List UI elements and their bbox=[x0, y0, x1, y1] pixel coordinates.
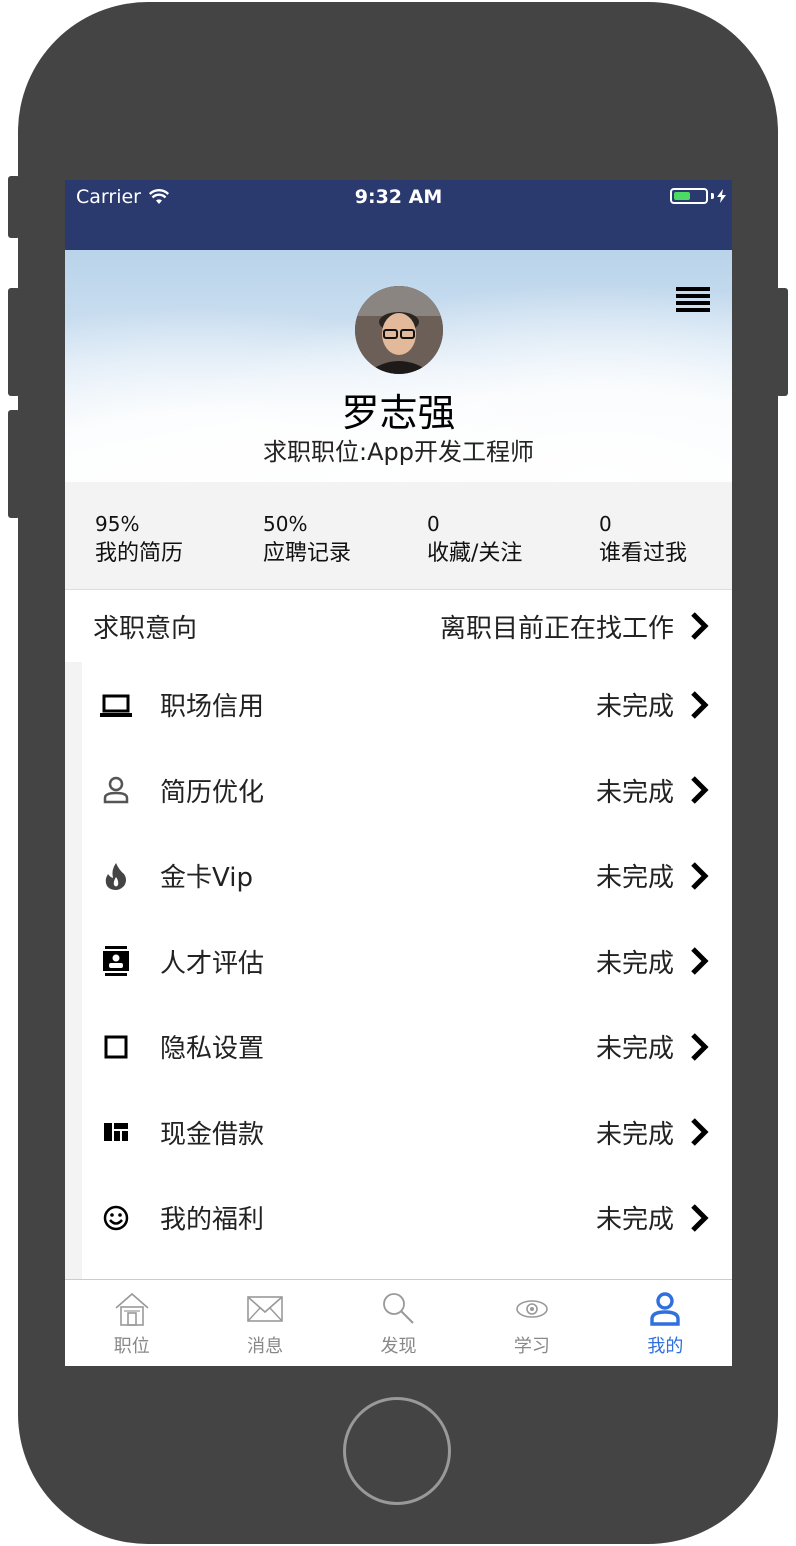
laptop-icon bbox=[100, 689, 132, 721]
chevron-right-icon bbox=[688, 1032, 710, 1062]
list-item-vip[interactable]: 金卡Vip 未完成 bbox=[65, 833, 732, 919]
home-button[interactable] bbox=[343, 1397, 451, 1505]
intent-label: 求职意向 bbox=[93, 613, 198, 644]
dashboard-icon bbox=[100, 1116, 132, 1148]
job-title: 求职职位:App开发工程师 bbox=[263, 438, 534, 466]
profile-header: 罗志强 求职职位:App开发工程师 bbox=[65, 250, 732, 482]
charging-bolt-icon bbox=[717, 189, 726, 203]
house-icon bbox=[115, 1292, 149, 1326]
stat-value: 0 bbox=[427, 512, 440, 536]
tab-messages[interactable]: 消息 bbox=[198, 1280, 331, 1366]
chevron-right-icon bbox=[688, 1203, 710, 1233]
smile-icon bbox=[100, 1202, 132, 1234]
tab-label: 发现 bbox=[380, 1336, 417, 1357]
list-item-talent-assessment[interactable]: 人才评估 未完成 bbox=[65, 919, 732, 1005]
stat-value: 50% bbox=[263, 512, 308, 536]
person-icon bbox=[100, 774, 132, 806]
list-item-privacy-settings[interactable]: 隐私设置 未完成 bbox=[65, 1004, 732, 1090]
stats-bar: 95% 我的简历 50% 应聘记录 0 收藏/关注 0 谁看过我 bbox=[65, 482, 732, 590]
avatar[interactable] bbox=[355, 286, 443, 374]
tab-label: 消息 bbox=[247, 1336, 284, 1357]
chevron-right-icon bbox=[688, 946, 710, 976]
user-avatar-photo bbox=[355, 286, 443, 374]
stat-resume[interactable]: 95% 我的简历 bbox=[95, 482, 263, 589]
power-button bbox=[776, 288, 788, 396]
item-label: 人才评估 bbox=[160, 948, 265, 979]
item-status: 未完成 bbox=[595, 863, 674, 894]
person-icon bbox=[650, 1292, 681, 1326]
tab-bar: 职位 消息 发现 学习 我的 bbox=[65, 1279, 732, 1366]
volume-down-button bbox=[8, 410, 20, 518]
hamburger-menu-icon[interactable] bbox=[676, 287, 710, 313]
item-status: 未完成 bbox=[595, 948, 674, 979]
fire-icon bbox=[100, 860, 132, 892]
list-item-benefits[interactable]: 我的福利 未完成 bbox=[65, 1175, 732, 1261]
intent-value: 离职目前正在找工作 bbox=[439, 613, 674, 644]
list-item-cash-loan[interactable]: 现金借款 未完成 bbox=[65, 1090, 732, 1176]
settings-list: 职场信用 未完成 简历优化 未完成 金卡Vip 未完成 人才评估 未完成 隐私设… bbox=[65, 662, 732, 1282]
item-status: 未完成 bbox=[595, 1119, 674, 1150]
square-icon bbox=[100, 1031, 132, 1063]
tab-jobs[interactable]: 职位 bbox=[65, 1280, 198, 1366]
search-icon bbox=[382, 1293, 414, 1324]
item-status: 未完成 bbox=[595, 777, 674, 808]
stat-label: 谁看过我 bbox=[599, 541, 688, 566]
chevron-right-icon bbox=[688, 861, 710, 891]
stat-label: 收藏/关注 bbox=[427, 541, 523, 566]
tab-label: 我的 bbox=[647, 1336, 684, 1357]
chevron-right-icon bbox=[688, 611, 710, 641]
stat-viewers[interactable]: 0 谁看过我 bbox=[599, 482, 719, 589]
item-label: 简历优化 bbox=[160, 777, 265, 808]
item-label: 隐私设置 bbox=[160, 1034, 265, 1065]
item-label: 我的福利 bbox=[160, 1205, 265, 1236]
item-label: 现金借款 bbox=[160, 1119, 265, 1150]
chevron-right-icon bbox=[688, 690, 710, 720]
tab-mine[interactable]: 我的 bbox=[599, 1280, 732, 1366]
chevron-right-icon bbox=[688, 775, 710, 805]
stat-value: 95% bbox=[95, 512, 140, 536]
item-status: 未完成 bbox=[595, 1034, 674, 1065]
stat-applications[interactable]: 50% 应聘记录 bbox=[263, 482, 427, 589]
tab-label: 职位 bbox=[113, 1336, 150, 1357]
eye-icon bbox=[516, 1300, 548, 1318]
status-time: 9:32 AM bbox=[354, 186, 443, 208]
stat-value: 0 bbox=[599, 512, 612, 536]
list-item-credit[interactable]: 职场信用 未完成 bbox=[65, 662, 732, 748]
chevron-right-icon bbox=[688, 1117, 710, 1147]
volume-up-button bbox=[8, 288, 20, 396]
item-status: 未完成 bbox=[595, 692, 674, 723]
item-label: 职场信用 bbox=[160, 692, 265, 723]
job-intent-row[interactable]: 求职意向 离职目前正在找工作 bbox=[65, 590, 732, 662]
stat-label: 应聘记录 bbox=[263, 541, 352, 566]
battery-icon bbox=[670, 188, 726, 204]
item-status: 未完成 bbox=[595, 1205, 674, 1236]
item-label: 金卡Vip bbox=[160, 863, 253, 894]
profile-name: 罗志强 bbox=[341, 391, 456, 435]
app-screen: Carrier 9:32 AM 罗志强 求职职位:App开发工程师 95% 我的… bbox=[65, 180, 732, 1366]
mute-switch bbox=[8, 176, 20, 238]
list-item-resume-optimize[interactable]: 简历优化 未完成 bbox=[65, 748, 732, 834]
contact-card-icon bbox=[100, 945, 132, 977]
tab-learn[interactable]: 学习 bbox=[465, 1280, 598, 1366]
status-bar: Carrier 9:32 AM bbox=[65, 180, 732, 250]
tab-discover[interactable]: 发现 bbox=[332, 1280, 465, 1366]
envelope-icon bbox=[247, 1296, 283, 1322]
stat-favorites[interactable]: 0 收藏/关注 bbox=[427, 482, 599, 589]
tab-label: 学习 bbox=[513, 1336, 550, 1357]
stat-label: 我的简历 bbox=[95, 541, 184, 566]
